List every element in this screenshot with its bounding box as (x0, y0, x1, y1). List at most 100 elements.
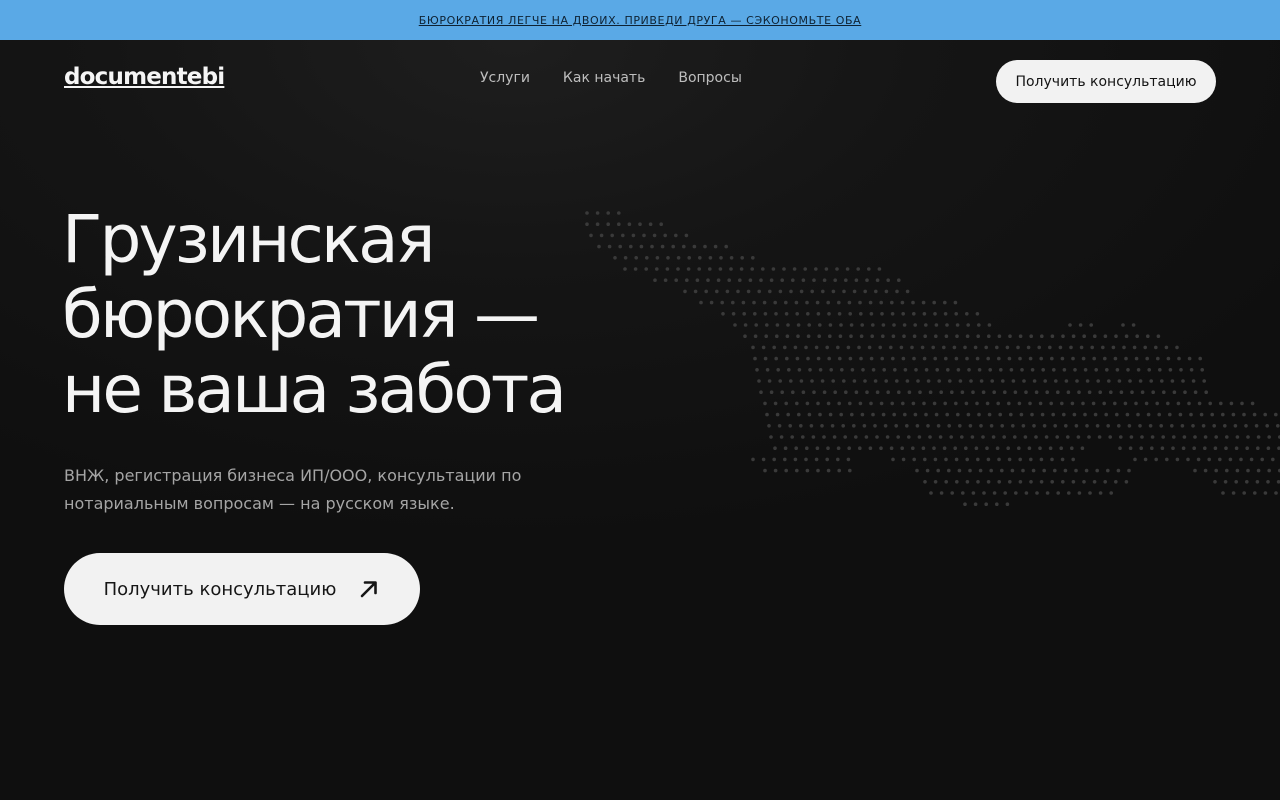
map-dot (911, 446, 915, 450)
map-dot (704, 289, 708, 294)
map-dot (1191, 379, 1196, 383)
nav-link-faq[interactable]: Вопросы (678, 70, 742, 86)
map-dot (1034, 390, 1039, 394)
map-dot (969, 379, 973, 383)
map-dot (894, 424, 898, 428)
map-dot (1109, 390, 1113, 394)
map-dot (682, 244, 686, 249)
map-dot (926, 424, 930, 428)
map-dot (827, 356, 831, 361)
map-dot (725, 289, 730, 294)
map-dot (979, 424, 983, 428)
map-dot (986, 457, 991, 462)
map-dot (977, 412, 981, 417)
map-dot (1095, 424, 1100, 428)
map-dot (988, 368, 992, 372)
map-dot (1039, 356, 1043, 361)
map-dot (1135, 334, 1139, 338)
map-dot (727, 278, 731, 282)
map-dot (1134, 356, 1139, 361)
map-dot (828, 323, 833, 327)
map-dot (1165, 457, 1169, 462)
map-dot (769, 390, 774, 394)
map-dot (949, 435, 953, 439)
map-dot (837, 468, 841, 473)
map-dot (685, 278, 689, 282)
map-dot (911, 401, 916, 406)
map-dot (773, 300, 777, 305)
map-dot (858, 446, 862, 450)
map-dot (1121, 323, 1125, 327)
map-dot (1170, 379, 1175, 383)
map-dot (1053, 424, 1057, 428)
map-dot (768, 289, 772, 294)
map-dot (1083, 368, 1088, 372)
map-dot (955, 323, 960, 327)
map-dot (859, 312, 863, 316)
map-dot (915, 468, 919, 473)
map-dot (1133, 457, 1137, 462)
map-dot (977, 323, 981, 327)
map-dot (1073, 368, 1077, 372)
map-dot (740, 256, 744, 260)
map-dot (753, 334, 758, 338)
map-dot (794, 300, 799, 305)
map-dot (856, 267, 860, 271)
hero-cta-label: Получить консультацию (103, 578, 337, 600)
promo-referral-link[interactable]: Бюрократия легче на двоих. Приведи друга… (419, 14, 862, 27)
map-dot (753, 356, 757, 361)
hero-title-line-2: бюрократия — (62, 276, 540, 353)
map-dot (822, 435, 826, 439)
map-dot (1200, 368, 1204, 372)
map-dot (1030, 368, 1035, 372)
map-dot (1265, 424, 1269, 428)
nav-link-how-to-start[interactable]: Как начать (563, 70, 645, 86)
map-dot (989, 424, 994, 428)
map-dot (977, 368, 982, 372)
map-dot (1093, 334, 1097, 338)
map-dot (814, 345, 819, 350)
map-dot (1062, 368, 1067, 372)
map-dot (845, 267, 850, 271)
map-dot (859, 334, 864, 338)
map-dot (787, 368, 791, 372)
map-dot (964, 401, 969, 406)
map-dot (1088, 491, 1092, 495)
map-dot (1245, 480, 1249, 484)
header-consultation-button[interactable]: Получить консультацию (996, 60, 1216, 103)
map-dot (1250, 401, 1255, 406)
map-dot (821, 289, 825, 294)
map-dot (1139, 446, 1143, 450)
map-dot (697, 267, 701, 271)
map-dot (871, 323, 875, 327)
map-dot (943, 401, 947, 406)
map-dot (1032, 379, 1037, 383)
map-dot (1191, 424, 1195, 428)
map-dot (918, 390, 922, 394)
map-dot (852, 424, 856, 428)
map-dot (775, 334, 779, 338)
map-dot (762, 300, 767, 305)
nav-link-services[interactable]: Услуги (480, 70, 530, 86)
map-dot (1066, 435, 1070, 439)
map-dot (917, 435, 922, 439)
map-dot (846, 457, 851, 462)
map-dot (1235, 435, 1240, 439)
map-dot (795, 312, 799, 316)
map-dot (1074, 424, 1079, 428)
hero-consultation-button[interactable]: Получить консультацию (64, 553, 420, 625)
map-dot (882, 368, 886, 372)
map-dot (1003, 491, 1007, 495)
map-dot (1181, 379, 1185, 383)
map-dot (1172, 390, 1177, 394)
site-logo[interactable]: documentebi (64, 64, 225, 90)
map-dot (1097, 435, 1102, 439)
map-dot (1246, 468, 1250, 473)
map-dot (870, 334, 874, 338)
map-dot (1008, 334, 1012, 338)
map-dot (1011, 379, 1016, 383)
map-dot (774, 312, 778, 316)
map-dot (765, 412, 769, 417)
map-dot (1026, 345, 1031, 350)
map-dot (1228, 457, 1233, 462)
